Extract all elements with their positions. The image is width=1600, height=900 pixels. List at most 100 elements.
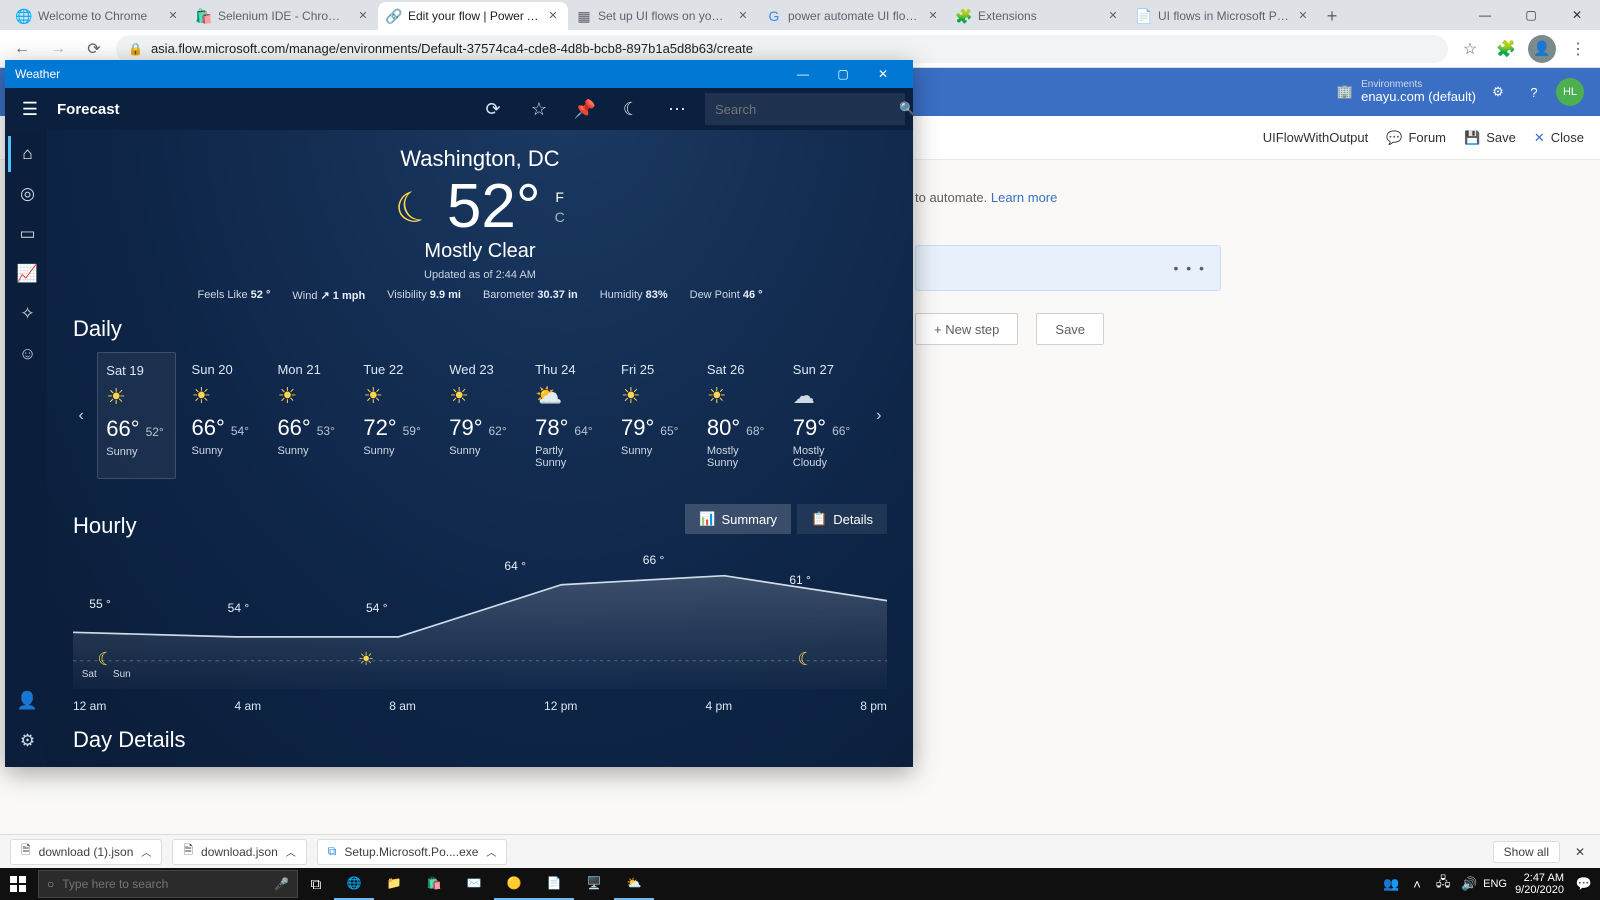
close-icon[interactable]: ✕: [546, 9, 560, 23]
day-card[interactable]: Sat 26☀80°68°Mostly Sunny: [699, 352, 777, 479]
save-button[interactable]: 💾Save: [1464, 130, 1516, 146]
taskbar-search-input[interactable]: [62, 877, 266, 891]
taskbar-explorer[interactable]: 📁: [374, 868, 414, 900]
daily-prev-button[interactable]: ‹: [73, 352, 89, 479]
learn-more-link[interactable]: Learn more: [991, 190, 1057, 205]
forum-button[interactable]: 💬Forum: [1386, 130, 1446, 146]
hamburger-icon[interactable]: ☰: [13, 92, 47, 126]
flow-step-card[interactable]: • • •: [915, 245, 1221, 291]
bookmark-icon[interactable]: ☆: [1456, 35, 1484, 63]
reload-button[interactable]: ⟳: [80, 35, 108, 63]
search-icon[interactable]: 🔍: [899, 101, 915, 117]
tab-welcome[interactable]: 🌐Welcome to Chrome✕: [8, 2, 188, 30]
taskbar-mail[interactable]: ✉️: [454, 868, 494, 900]
taskbar-search[interactable]: ○🎤: [38, 870, 298, 898]
tab-selenium[interactable]: 🛍️Selenium IDE - Chrome Web Sto✕: [188, 2, 378, 30]
taskbar-weather[interactable]: ⛅: [614, 868, 654, 900]
new-tab-button[interactable]: +: [1318, 2, 1346, 30]
search-box[interactable]: 🔍: [705, 93, 905, 125]
sidebar-news-icon[interactable]: ☺: [8, 336, 44, 372]
close-icon[interactable]: ✕: [166, 9, 180, 23]
day-card[interactable]: Sat 19☀66°52°Sunny: [97, 352, 175, 479]
day-card[interactable]: Thu 24⛅78°64°Partly Sunny: [527, 352, 605, 479]
tab-uiflows-docs[interactable]: 📄UI flows in Microsoft Power Auto✕: [1128, 2, 1318, 30]
back-button[interactable]: ←: [8, 35, 36, 63]
close-icon[interactable]: ✕: [1570, 842, 1590, 862]
environment-icon[interactable]: 🏢: [1337, 84, 1353, 100]
day-card[interactable]: Mon 21☀66°53°Sunny: [269, 352, 347, 479]
sidebar-forecast-icon[interactable]: ⌂: [8, 136, 44, 172]
tab-powerautomate[interactable]: 🔗Edit your flow | Power Automate✕: [378, 2, 568, 30]
close-icon[interactable]: ✕: [926, 9, 940, 23]
taskbar-edge[interactable]: 🌐: [334, 868, 374, 900]
url-field[interactable]: 🔒 asia.flow.microsoft.com/manage/environ…: [116, 35, 1448, 63]
hourly-details-button[interactable]: 📋Details: [797, 504, 887, 534]
day-card[interactable]: Fri 25☀79°65°Sunny: [613, 352, 691, 479]
sidebar-maps-icon[interactable]: ◎: [8, 176, 44, 212]
pin-icon[interactable]: 📌: [567, 91, 603, 127]
close-icon[interactable]: ✕: [1296, 9, 1310, 23]
taskbar-rdp[interactable]: 🖥️: [574, 868, 614, 900]
flow-name[interactable]: UIFlowWithOutput: [1263, 130, 1368, 145]
sidebar-historical-icon[interactable]: ▭: [8, 216, 44, 252]
tab-extensions[interactable]: 🧩Extensions✕: [948, 2, 1128, 30]
sidebar-account-icon[interactable]: 👤: [8, 683, 44, 719]
chevron-up-icon[interactable]: ︿: [486, 844, 496, 859]
tab-uiflows-setup[interactable]: ▦Set up UI flows on your device✕: [568, 2, 758, 30]
task-view-button[interactable]: ⧉: [298, 868, 334, 900]
tray-chevron-icon[interactable]: ˄: [1405, 868, 1429, 900]
day-card[interactable]: Tue 22☀72°59°Sunny: [355, 352, 433, 479]
more-icon[interactable]: • • •: [1174, 260, 1206, 276]
refresh-icon[interactable]: ⟳: [475, 91, 511, 127]
taskbar-notepad[interactable]: 📄: [534, 868, 574, 900]
start-button[interactable]: [0, 868, 36, 900]
favorite-icon[interactable]: ☆: [521, 91, 557, 127]
sidebar-settings-icon[interactable]: ⚙: [8, 723, 44, 759]
download-item[interactable]: ⧉Setup.Microsoft.Po....exe︿: [317, 839, 508, 865]
download-item[interactable]: 🗎download (1).json︿: [10, 839, 162, 865]
sidebar-trends-icon[interactable]: 📈: [8, 256, 44, 292]
maximize-button[interactable]: ▢: [1508, 0, 1554, 30]
close-flow-button[interactable]: ✕Close: [1534, 130, 1584, 146]
moon-icon[interactable]: ☾: [613, 91, 649, 127]
mic-icon[interactable]: 🎤: [274, 877, 289, 891]
settings-icon[interactable]: ⚙: [1484, 78, 1512, 106]
day-card[interactable]: Sun 27☁79°66°Mostly Cloudy: [785, 352, 863, 479]
sidebar-favorites-icon[interactable]: ✧: [8, 296, 44, 332]
close-button[interactable]: ✕: [863, 60, 903, 88]
day-card[interactable]: Wed 23☀79°62°Sunny: [441, 352, 519, 479]
hourly-summary-button[interactable]: 📊Summary: [685, 504, 791, 534]
search-input[interactable]: [715, 102, 891, 117]
close-icon[interactable]: ✕: [356, 9, 370, 23]
new-step-button[interactable]: + New step: [915, 313, 1018, 345]
extensions-icon[interactable]: 🧩: [1492, 35, 1520, 63]
network-icon[interactable]: 🖧: [1431, 868, 1455, 900]
environment-value[interactable]: enayu.com (default): [1361, 90, 1476, 104]
download-item[interactable]: 🗎download.json︿: [172, 839, 306, 865]
minimize-button[interactable]: —: [1462, 0, 1508, 30]
unit-celsius[interactable]: C: [555, 209, 565, 225]
help-icon[interactable]: ?: [1520, 78, 1548, 106]
volume-icon[interactable]: 🔊: [1457, 868, 1481, 900]
more-icon[interactable]: ⋯: [659, 91, 695, 127]
chevron-up-icon[interactable]: ︿: [286, 844, 296, 859]
maximize-button[interactable]: ▢: [823, 60, 863, 88]
language-indicator[interactable]: ENG: [1483, 868, 1507, 900]
taskbar-chrome[interactable]: 🟡: [494, 868, 534, 900]
close-icon[interactable]: ✕: [1106, 9, 1120, 23]
menu-icon[interactable]: ⋮: [1564, 35, 1592, 63]
close-icon[interactable]: ✕: [736, 9, 750, 23]
profile-avatar[interactable]: 👤: [1528, 35, 1556, 63]
unit-fahrenheit[interactable]: F: [555, 189, 565, 205]
action-center-icon[interactable]: 💬: [1572, 868, 1596, 900]
clock[interactable]: 2:47 AM9/20/2020: [1509, 872, 1570, 896]
show-all-button[interactable]: Show all: [1493, 841, 1560, 863]
close-button[interactable]: ✕: [1554, 0, 1600, 30]
user-avatar[interactable]: HL: [1556, 78, 1584, 106]
tab-google[interactable]: Gpower automate UI flow require✕: [758, 2, 948, 30]
taskbar-store[interactable]: 🛍️: [414, 868, 454, 900]
chevron-up-icon[interactable]: ︿: [141, 844, 151, 859]
day-card[interactable]: Sun 20☀66°54°Sunny: [184, 352, 262, 479]
people-icon[interactable]: 👥: [1379, 868, 1403, 900]
daily-next-button[interactable]: ›: [871, 352, 887, 479]
